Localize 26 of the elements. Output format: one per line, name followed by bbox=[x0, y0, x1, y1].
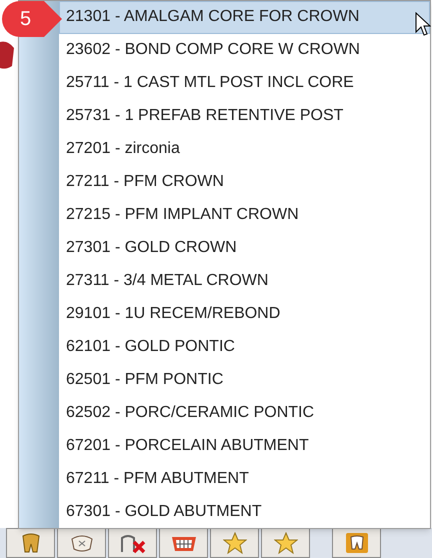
menu-item[interactable]: 62101 - GOLD PONTIC bbox=[59, 330, 430, 364]
missing-tooth-icon bbox=[120, 532, 146, 554]
toolbar-button[interactable] bbox=[332, 528, 381, 558]
menu-item[interactable]: 27215 - PFM IMPLANT CROWN bbox=[59, 198, 430, 232]
toolbar-button[interactable] bbox=[261, 528, 310, 558]
toolbar-button[interactable] bbox=[6, 528, 55, 558]
menu-item[interactable]: 25711 - 1 CAST MTL POST INCL CORE bbox=[59, 66, 430, 100]
menu-item[interactable]: 25731 - 1 PREFAB RETENTIVE POST bbox=[59, 100, 430, 133]
toolbar-button[interactable] bbox=[210, 528, 259, 558]
toolbar-button[interactable] bbox=[159, 528, 208, 558]
menu-item[interactable]: 62502 - PORC/CERAMIC PONTIC bbox=[59, 396, 430, 430]
menu-item[interactable]: 23602 - BOND COMP CORE W CROWN bbox=[59, 34, 430, 67]
menu-item[interactable]: 27211 - PFM CROWN bbox=[59, 166, 430, 199]
star-icon bbox=[222, 532, 246, 554]
menu-item[interactable]: 67211 - PFM ABUTMENT bbox=[59, 462, 430, 496]
star-icon bbox=[274, 532, 298, 554]
menu-item[interactable]: 27301 - GOLD CROWN bbox=[59, 232, 430, 264]
toolbar-button[interactable] bbox=[57, 528, 106, 558]
menu-item[interactable]: 62501 - PFM PONTIC bbox=[59, 363, 430, 396]
menu-item[interactable]: 67301 - GOLD ABUTMENT bbox=[59, 495, 430, 528]
menu-item[interactable]: 29101 - 1U RECEM/REBOND bbox=[59, 297, 430, 330]
menu-item[interactable]: 21301 - AMALGAM CORE FOR CROWN bbox=[59, 1, 430, 34]
menu-item[interactable]: 27201 - zirconia bbox=[59, 132, 430, 166]
toolbar-button[interactable] bbox=[108, 528, 157, 558]
menu-item[interactable]: 27311 - 3/4 METAL CROWN bbox=[59, 264, 430, 298]
menu-item[interactable]: 67201 - PORCELAIN ABUTMENT bbox=[59, 429, 430, 462]
